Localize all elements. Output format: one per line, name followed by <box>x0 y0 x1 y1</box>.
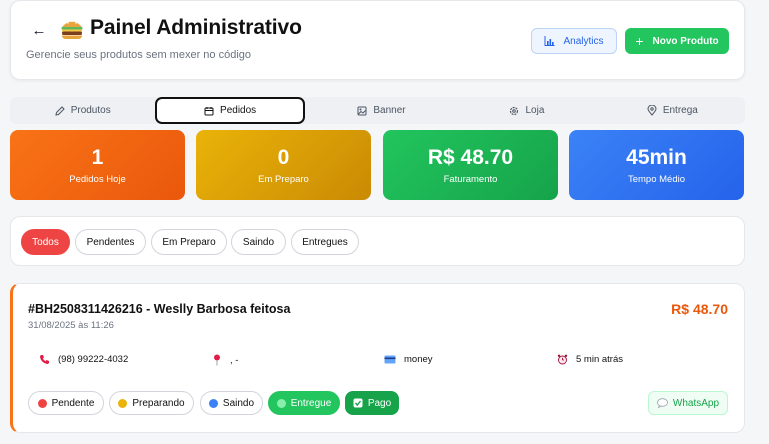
pushpin-icon <box>214 354 220 366</box>
back-button[interactable]: ← <box>30 20 48 40</box>
page-subtitle: Gerencie seus produtos sem mexer no códi… <box>26 49 252 61</box>
stat-value: 45min <box>626 145 687 169</box>
status-label: Pendente <box>51 397 95 409</box>
stat-label: Faturamento <box>443 173 498 185</box>
speech-bubble-icon <box>657 398 668 408</box>
filter-pendentes[interactable]: Pendentes <box>75 229 146 255</box>
blue-circle-icon <box>208 398 218 408</box>
status-pendente-button[interactable]: Pendente <box>28 391 104 415</box>
order-total: R$ 48.70 <box>671 301 728 317</box>
pencil-icon <box>55 105 65 116</box>
tab-label: Entrega <box>662 105 698 116</box>
status-label: Preparando <box>132 397 185 409</box>
bar-chart-icon <box>544 36 555 46</box>
novo-produto-button[interactable]: + Novo Produto <box>625 28 729 54</box>
payment-text: money <box>404 354 433 365</box>
header-card: ← Painel Administrativo Gerencie seus pr… <box>10 0 745 80</box>
map-pin-icon <box>647 105 657 116</box>
tab-label: Loja <box>525 105 545 116</box>
analytics-button[interactable]: Analytics <box>531 28 617 54</box>
order-date: 31/08/2025 às 11:26 <box>28 320 114 331</box>
stat-faturamento: R$ 48.70 Faturamento <box>383 130 558 200</box>
stat-tempo-medio: 45min Tempo Médio <box>569 130 744 200</box>
plus-icon: + <box>635 33 644 49</box>
order-phone: (98) 99222-4032 <box>39 354 128 365</box>
order-address: , - <box>212 354 238 366</box>
status-preparando-button[interactable]: Preparando <box>109 391 194 415</box>
page-title: Painel Administrativo <box>90 16 302 39</box>
address-text: , - <box>230 354 239 366</box>
status-label: Entregue <box>290 397 332 409</box>
tab-entrega[interactable]: Entrega <box>600 97 745 124</box>
hamburger-icon <box>61 20 83 39</box>
filter-todos[interactable]: Todos <box>21 229 70 255</box>
tab-produtos[interactable]: Produtos <box>10 97 155 124</box>
whatsapp-button[interactable]: WhatsApp <box>648 391 728 415</box>
time-text: 5 min atrás <box>576 354 623 365</box>
filter-em-preparo[interactable]: Em Preparo <box>151 229 227 255</box>
tab-label: Banner <box>373 105 406 116</box>
tab-label: Produtos <box>70 105 111 116</box>
order-title: #BH2508311426216 - Weslly Barbosa feitos… <box>28 302 291 316</box>
status-saindo-button[interactable]: Saindo <box>200 391 263 415</box>
tab-banner[interactable]: Banner <box>309 97 454 124</box>
credit-card-icon <box>384 355 396 364</box>
green-circle-icon <box>276 398 286 408</box>
gear-icon <box>510 106 519 115</box>
phone-icon <box>40 355 49 364</box>
stat-value: R$ 48.70 <box>427 145 514 169</box>
status-label: Saindo <box>222 397 255 409</box>
status-pago-button[interactable]: Pago <box>345 391 399 415</box>
calendar-icon <box>204 106 214 115</box>
arrow-left-icon: ← <box>31 21 47 39</box>
check-box-icon <box>353 398 363 408</box>
stat-label: Em Preparo <box>258 173 309 185</box>
admin-tabs: Produtos Pedidos Banner Loja Entrega <box>10 97 745 124</box>
stat-em-preparo: 0 Em Preparo <box>196 130 371 200</box>
filter-entregues[interactable]: Entregues <box>291 229 359 255</box>
status-entregue-button[interactable]: Entregue <box>268 391 340 415</box>
whatsapp-label: WhatsApp <box>672 397 720 409</box>
stat-label: Tempo Médio <box>627 173 686 185</box>
stat-value: 1 <box>91 145 104 169</box>
filter-saindo[interactable]: Saindo <box>231 229 286 255</box>
status-label: Pago <box>367 397 392 409</box>
order-payment: money <box>384 354 433 365</box>
analytics-label: Analytics <box>563 35 604 47</box>
novo-produto-label: Novo Produto <box>652 35 719 47</box>
alarm-clock-icon <box>557 354 568 365</box>
tab-loja[interactable]: Loja <box>454 97 599 124</box>
phone-text: (98) 99222-4032 <box>58 354 129 365</box>
order-time: 5 min atrás <box>557 354 623 365</box>
stat-label: Pedidos Hoje <box>69 173 126 185</box>
red-circle-icon <box>37 398 47 408</box>
tab-pedidos[interactable]: Pedidos <box>155 97 305 124</box>
order-filters: Todos Pendentes Em Preparo Saindo Entreg… <box>10 216 745 266</box>
yellow-circle-icon <box>118 398 128 408</box>
tab-label: Pedidos <box>220 105 257 116</box>
order-card: #BH2508311426216 - Weslly Barbosa feitos… <box>10 283 745 433</box>
stat-pedidos-hoje: 1 Pedidos Hoje <box>10 130 185 200</box>
stat-value: 0 <box>277 145 290 169</box>
image-icon <box>357 106 367 115</box>
